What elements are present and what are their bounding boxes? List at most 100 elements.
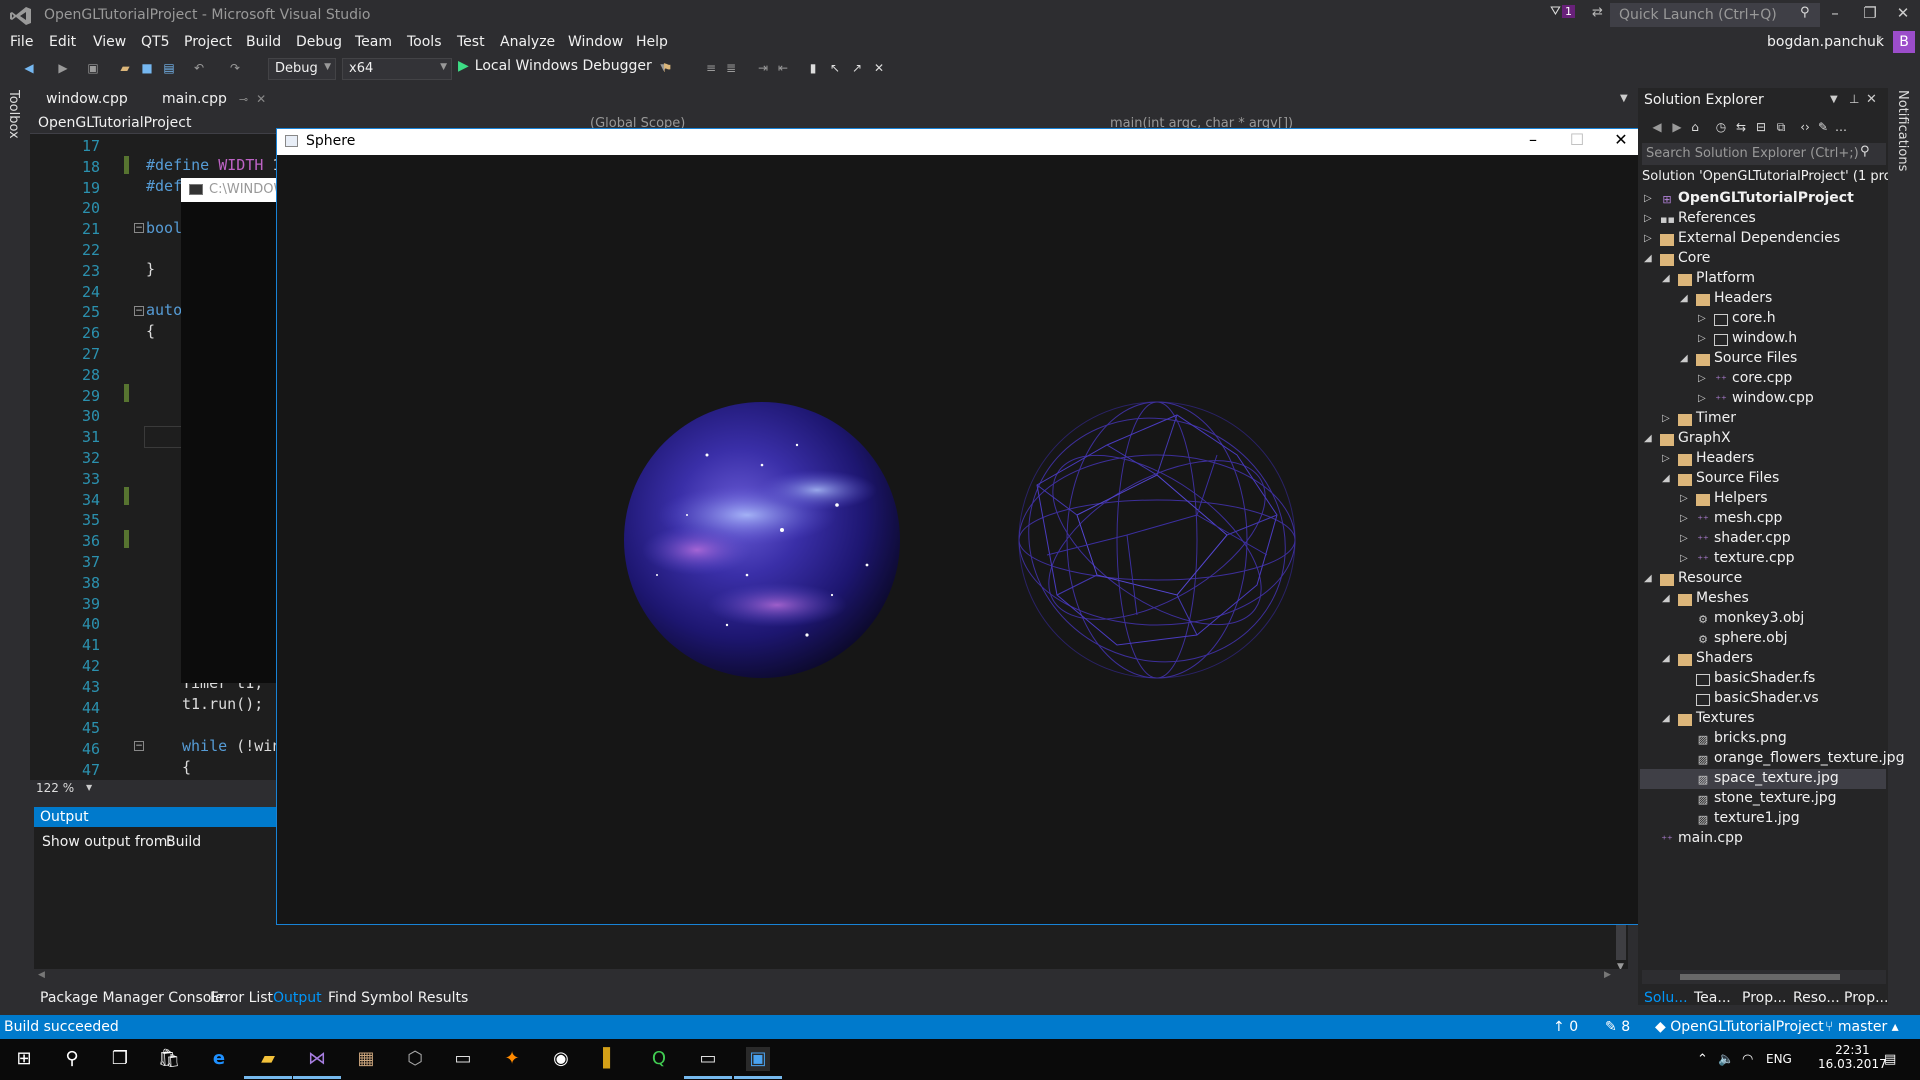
show-hidden-icons-icon[interactable]: ⌃ [1697,1052,1708,1067]
cube-app-icon[interactable]: ⬡ [403,1047,427,1071]
tab-resource-view[interactable]: Reso... [1793,990,1840,1006]
avatar[interactable]: B [1893,31,1915,53]
forward-icon[interactable]: ▶ [1670,120,1684,134]
tree-item[interactable]: mesh.cpp [1714,510,1782,530]
orange-app-icon[interactable]: ✦ [500,1047,524,1071]
collapsed-icon[interactable]: ▷ [1644,233,1652,244]
tree-item[interactable]: OpenGLTutorialProject [1678,190,1854,210]
task-view-icon[interactable]: ❐ [108,1047,132,1071]
menu-build[interactable]: Build [246,34,281,50]
more-icon[interactable]: … [1834,120,1848,134]
pin-icon[interactable]: ⊥ [1849,92,1859,106]
horizontal-scrollbar[interactable] [34,969,1628,981]
collapse-all-icon[interactable]: ⊟ [1754,120,1768,134]
collapsed-icon[interactable]: ▷ [1680,533,1688,544]
tree-item[interactable]: main.cpp [1678,830,1743,850]
tree-item[interactable]: bricks.png [1714,730,1787,750]
tree-item[interactable]: core.h [1732,310,1776,330]
save-all-icon[interactable]: ▤ [162,61,176,75]
expanded-icon[interactable]: ◢ [1662,593,1670,604]
tree-item[interactable]: Shaders [1696,650,1753,670]
menu-debug[interactable]: Debug [296,34,342,50]
notification-count-badge[interactable]: 1 [1562,5,1575,18]
action-center-icon[interactable]: ▤ [1884,1052,1896,1067]
tab-package-manager-console[interactable]: Package Manager Console [40,990,224,1006]
window-app-icon[interactable]: ▭ [451,1047,475,1071]
close-button[interactable]: ✕ [1601,130,1641,154]
chevron-down-icon[interactable]: ▼ [86,783,92,792]
repository-selector[interactable]: ◆ OpenGLTutorialProject [1655,1019,1824,1035]
nav-project-select[interactable]: OpenGLTutorialProject [38,115,191,131]
next-bookmark-icon[interactable]: ↗ [850,61,864,75]
tree-item[interactable]: Platform [1696,270,1755,290]
minimize-button[interactable]: – [1820,4,1850,26]
quick-launch-search-icon[interactable]: ⚲ [1800,5,1810,20]
maximize-button[interactable]: ☐ [1557,130,1597,154]
start-debugging-button[interactable]: ▶ Local Windows Debugger ▼ [458,58,667,80]
expanded-icon[interactable]: ◢ [1644,433,1652,444]
indent-icon[interactable]: ⇥ [756,61,770,75]
expanded-icon[interactable]: ◢ [1662,473,1670,484]
tab-property-manager[interactable]: Prop... [1844,990,1888,1006]
collapsed-icon[interactable]: ▷ [1644,213,1652,224]
expanded-icon[interactable]: ◢ [1662,713,1670,724]
save-icon[interactable]: ■ [140,61,154,75]
tab-error-list[interactable]: Error List [210,990,273,1006]
new-project-icon[interactable]: ▣ [86,61,100,75]
scroll-left-icon[interactable]: ◀ [38,970,45,980]
tab-output[interactable]: Output [273,990,322,1006]
prev-bookmark-icon[interactable]: ↖ [828,61,842,75]
solution-explorer-search-input[interactable]: Search Solution Explorer (Ctrl+;) [1642,143,1886,165]
collapsed-icon[interactable]: ▷ [1698,313,1706,324]
solution-configuration-select[interactable]: Debug ▼ [268,58,336,80]
panel-options-icon[interactable]: ▼ [1830,94,1838,105]
solution-platform-select[interactable]: x64 ▼ [342,58,452,80]
edge-icon[interactable]: e [207,1047,231,1071]
expanded-icon[interactable]: ◢ [1644,253,1652,264]
pin-icon[interactable]: ⊸ [239,93,248,106]
home-icon[interactable]: ⌂ [1688,120,1702,134]
collapsed-icon[interactable]: ▷ [1698,393,1706,404]
tree-item[interactable]: basicShader.fs [1714,670,1815,690]
menu-test[interactable]: Test [457,34,485,50]
tab-find-symbol-results[interactable]: Find Symbol Results [328,990,468,1006]
tree-item[interactable]: Source Files [1696,470,1779,490]
collapsed-icon[interactable]: ▷ [1680,493,1688,504]
tab-solution-explorer[interactable]: Solu... [1644,990,1688,1006]
sphere-window-titlebar[interactable] [277,129,1642,155]
windows-start-icon[interactable]: ⊞ [12,1047,36,1071]
input-language[interactable]: ENG [1766,1052,1792,1066]
comment-icon[interactable]: ≡ [704,61,718,75]
tree-item[interactable]: Source Files [1714,350,1797,370]
sphere-app-icon[interactable]: ▣ [746,1047,770,1071]
tree-item[interactable]: shader.cpp [1714,530,1791,550]
collapse-icon[interactable]: − [134,741,144,751]
output-scrollbar[interactable] [1616,920,1626,960]
tree-item[interactable]: texture.cpp [1714,550,1795,570]
expanded-icon[interactable]: ◢ [1662,653,1670,664]
scrollbar-thumb[interactable] [1680,974,1840,980]
account-name[interactable]: bogdan.panchuk [1767,34,1884,50]
collapse-icon[interactable]: − [134,306,144,316]
branch-selector[interactable]: ⑂ master ▴ [1825,1019,1899,1035]
menu-team[interactable]: Team [355,34,392,50]
tree-item[interactable]: sphere.obj [1714,630,1788,650]
open-file-icon[interactable]: ▰ [118,61,132,75]
show-all-files-icon[interactable]: ⧉ [1774,120,1788,134]
uncomment-icon[interactable]: ≣ [724,61,738,75]
zoom-level-select[interactable]: 122 % [36,781,74,795]
tab-properties[interactable]: Prop... [1742,990,1786,1006]
menu-help[interactable]: Help [636,34,668,50]
output-source-select[interactable]: Build [166,834,201,850]
close-icon[interactable]: ✕ [1866,92,1877,107]
tree-item[interactable]: Meshes [1696,590,1749,610]
volume-icon[interactable]: 🔈 [1718,1052,1734,1067]
tree-item[interactable]: External Dependencies [1678,230,1840,250]
pending-changes[interactable]: ✎ 8 [1605,1019,1630,1035]
menu-window[interactable]: Window [568,34,623,50]
tree-item[interactable]: texture1.jpg [1714,810,1800,830]
terminal-icon[interactable]: ▭ [696,1047,720,1071]
clear-bookmarks-icon[interactable]: ✕ [872,61,886,75]
tree-item[interactable]: window.cpp [1732,390,1814,410]
properties-icon[interactable]: ✎ [1816,120,1830,134]
